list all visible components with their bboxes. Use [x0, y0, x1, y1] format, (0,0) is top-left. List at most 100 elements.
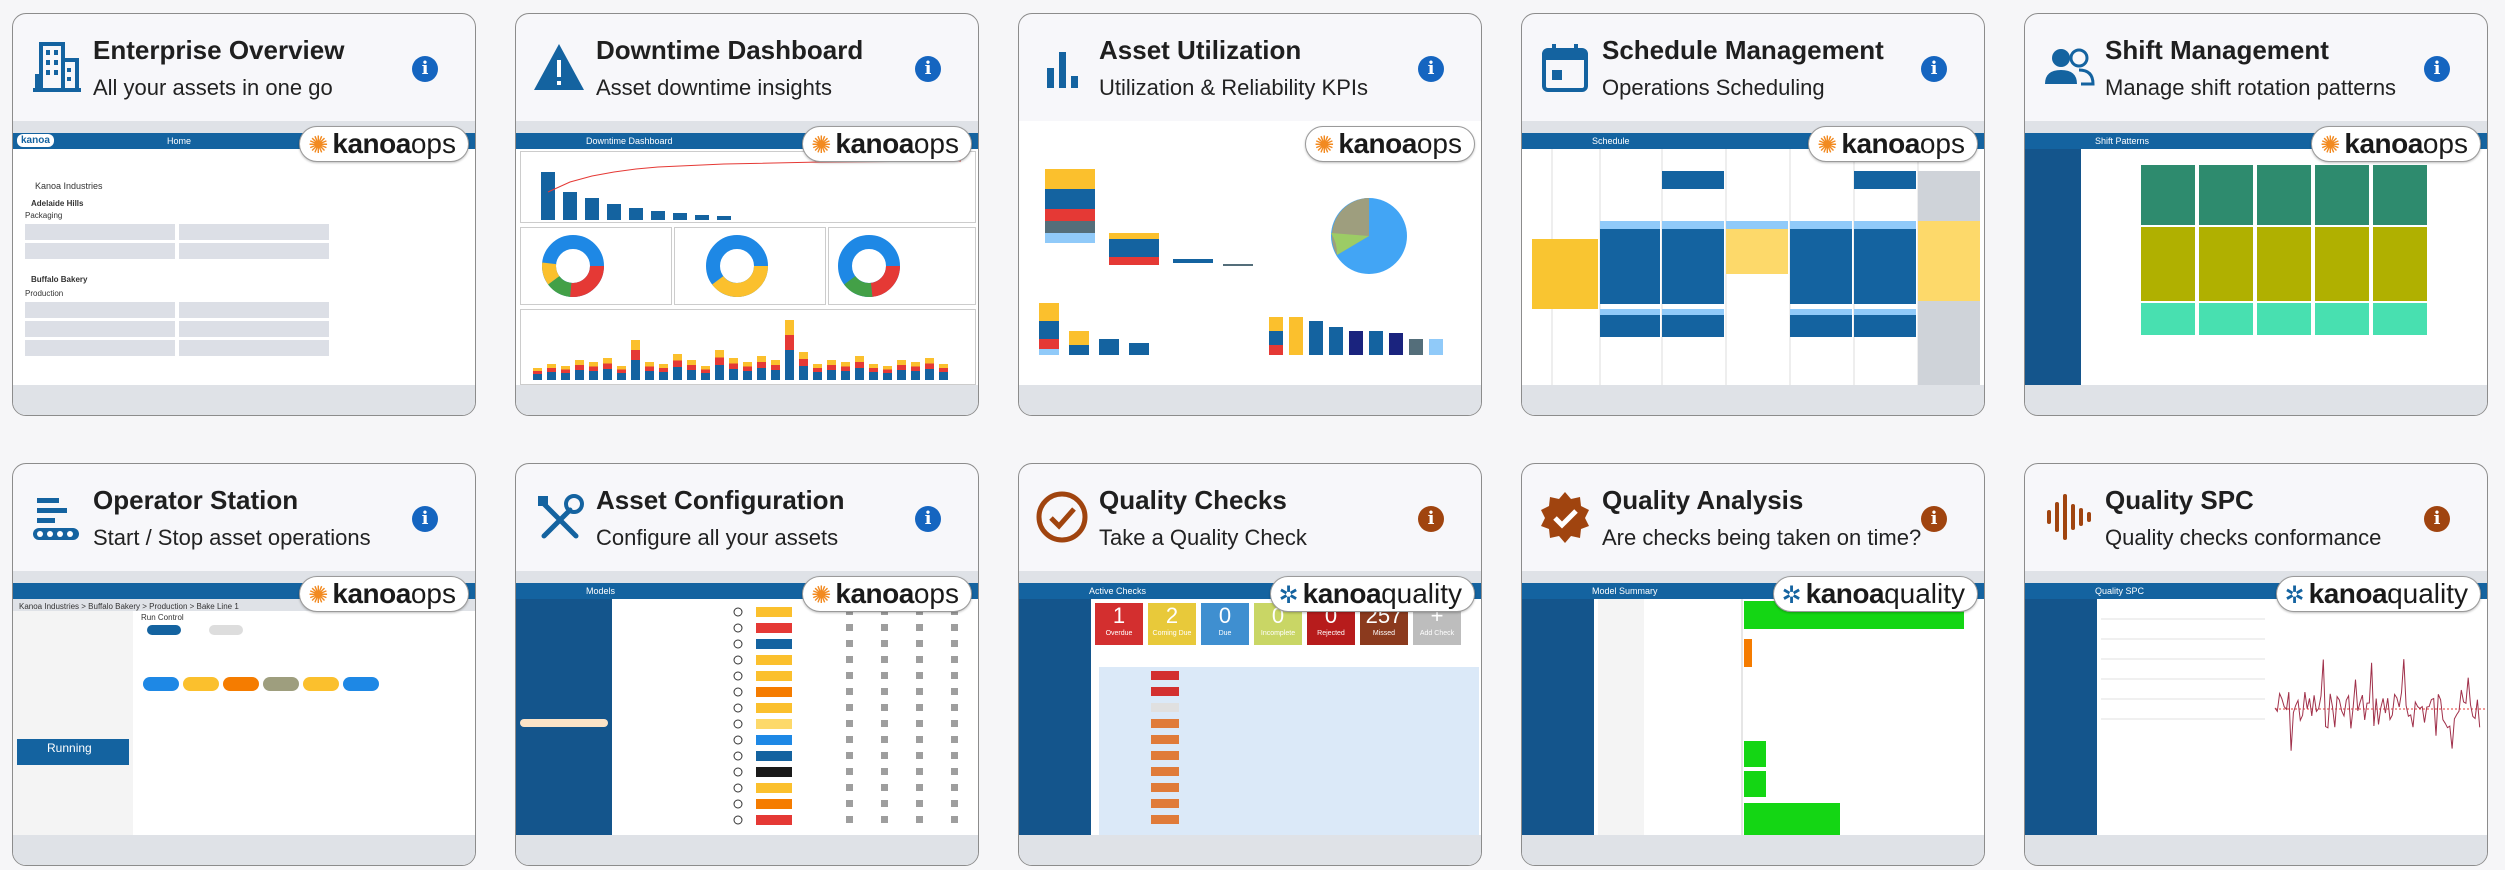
kanoa-ops-badge: ✺ kanoaops [299, 126, 469, 162]
preview-screenshot: Shift Patterns ✺ kanoaops [2025, 121, 2487, 415]
card-header: Shift Management Manage shift rotation p… [2025, 14, 2487, 121]
checks-table [1151, 671, 1179, 824]
preview-screenshot: Active Checks 1 Overdue 2 Coming Due 0 Due 0 In… [1019, 571, 1481, 865]
card-subtitle: Are checks being taken on time? [1602, 525, 1922, 550]
card-asset-configuration[interactable]: Asset Configuration Configure all your a… [515, 463, 979, 866]
card-subtitle: Asset downtime insights [596, 75, 832, 100]
card-title: Quality Analysis [1602, 485, 1804, 515]
info-icon[interactable]: i [915, 506, 941, 532]
preview-screenshot: Downtime Dashboard ✺ kanoaops [516, 121, 978, 415]
mini-breadcrumb: Models [586, 586, 616, 596]
preview-screenshot: Schedule ✺ kanoaops [1522, 121, 1984, 415]
card-shift-management[interactable]: Shift Management Manage shift rotation p… [2024, 13, 2488, 416]
calendar-icon [1542, 44, 1588, 92]
card-subtitle: Quality checks conformance [2105, 525, 2382, 550]
card-asset-utilization[interactable]: Asset Utilization Utilization & Reliabil… [1018, 13, 1482, 416]
card-subtitle: Take a Quality Check [1099, 525, 1307, 550]
card-title: Asset Utilization [1099, 35, 1302, 65]
mini-breadcrumb: Downtime Dashboard [586, 136, 673, 146]
kanoa-ops-badge: ✺ kanoaops [802, 126, 972, 162]
schedule-grid [1532, 149, 1980, 385]
info-icon[interactable]: i [1921, 506, 1947, 532]
panel-title: Run Control [141, 613, 184, 622]
preview-screenshot: Model Summary ✲ kanoaquality [1522, 571, 1984, 865]
bar-chart-icon [1047, 52, 1078, 88]
kanoa-ops-badge: ✺ kanoaops [299, 576, 469, 612]
card-title: Shift Management [2105, 35, 2329, 65]
card-enterprise-overview[interactable]: Enterprise Overview All your assets in o… [12, 13, 476, 416]
card-header: Quality Analysis Are checks being taken … [1522, 464, 1984, 571]
mini-org: Kanoa Industries [35, 181, 103, 191]
kanoa-ops-badge: ✺ kanoaops [802, 576, 972, 612]
mini-logo: kanoa [17, 134, 54, 147]
building-icon [33, 42, 81, 92]
card-operator-station[interactable]: Operator Station Start / Stop asset oper… [12, 463, 476, 866]
card-header: Asset Configuration Configure all your a… [516, 464, 978, 571]
info-icon[interactable]: i [412, 56, 438, 82]
waveform-icon [2047, 494, 2091, 540]
card-header: Quality SPC Quality checks conformance i [2025, 464, 2487, 571]
card-header: Schedule Management Operations Schedulin… [1522, 14, 1984, 121]
card-header: Asset Utilization Utilization & Reliabil… [1019, 14, 1481, 121]
mini-area: Packaging [25, 211, 63, 220]
card-downtime-dashboard[interactable]: Downtime Dashboard Asset downtime insigh… [515, 13, 979, 416]
card-subtitle: Utilization & Reliability KPIs [1099, 75, 1368, 100]
card-quality-checks[interactable]: Quality Checks Take a Quality Check i Ac… [1018, 463, 1482, 866]
card-quality-analysis[interactable]: Quality Analysis Are checks being taken … [1521, 463, 1985, 866]
kanoa-quality-badge: ✲ kanoaquality [1772, 576, 1978, 612]
mini-breadcrumb: Quality SPC [2095, 586, 2145, 596]
card-header: Downtime Dashboard Asset downtime insigh… [516, 14, 978, 121]
mini-area: Production [25, 289, 64, 298]
preview-screenshot: kanoa Home Kanoa Industries Adelaide Hil… [13, 121, 475, 415]
info-icon[interactable]: i [915, 56, 941, 82]
kanoa-ops-badge: ✺ kanoaops [1305, 126, 1475, 162]
card-header: Quality Checks Take a Quality Check i [1019, 464, 1481, 571]
mini-breadcrumb: Shift Patterns [2095, 136, 2150, 146]
info-icon[interactable]: i [412, 506, 438, 532]
info-icon[interactable]: i [2424, 506, 2450, 532]
check-circle-icon [1036, 491, 1088, 543]
mini-site: Buffalo Bakery [31, 275, 88, 284]
info-icon[interactable]: i [1921, 56, 1947, 82]
card-title: Schedule Management [1602, 35, 1884, 65]
card-header: Enterprise Overview All your assets in o… [13, 14, 475, 121]
preview-screenshot: Models ✺ kanoaops [516, 571, 978, 865]
card-subtitle: Operations Scheduling [1602, 75, 1825, 100]
card-schedule-management[interactable]: Schedule Management Operations Schedulin… [1521, 13, 1985, 416]
mini-breadcrumb: Home [167, 136, 192, 146]
preview-screenshot: ✺ kanoaops [1019, 121, 1481, 415]
tools-icon [538, 494, 584, 539]
verified-icon [1541, 492, 1589, 543]
kanoa-ops-badge: ✺ kanoaops [1808, 126, 1978, 162]
card-title: Quality Checks [1099, 485, 1287, 515]
card-title: Operator Station [93, 485, 299, 515]
mini-breadcrumb: Model Summary [1592, 586, 1658, 596]
card-header: Operator Station Start / Stop asset oper… [13, 464, 475, 571]
status-running: Running [47, 741, 92, 755]
conveyor-icon [33, 498, 79, 540]
info-icon[interactable]: i [1418, 506, 1444, 532]
people-icon [2045, 48, 2095, 86]
mini-site: Adelaide Hills [31, 199, 84, 208]
stacked-bar-chart [533, 320, 948, 380]
card-title: Asset Configuration [596, 485, 845, 515]
preview-screenshot: Quality SPC ✲ kanoaquality [2025, 571, 2487, 865]
shift-grid [2141, 165, 2427, 335]
kanoa-ops-badge: ✺ kanoaops [2311, 126, 2481, 162]
card-subtitle: Manage shift rotation patterns [2105, 75, 2397, 100]
preview-screenshot: Kanoa Industries > Buffalo Bakery > Prod… [13, 571, 475, 865]
info-icon[interactable]: i [2424, 56, 2450, 82]
card-title: Downtime Dashboard [596, 35, 864, 65]
card-subtitle: Start / Stop asset operations [93, 525, 371, 550]
card-subtitle: Configure all your assets [596, 525, 839, 550]
mini-breadcrumb: Schedule [1592, 136, 1630, 146]
warning-icon [534, 44, 584, 90]
card-title: Enterprise Overview [93, 35, 345, 65]
mini-breadcrumb: Active Checks [1089, 586, 1147, 596]
card-quality-spc[interactable]: Quality SPC Quality checks conformance i… [2024, 463, 2488, 866]
card-subtitle: All your assets in one go [93, 75, 333, 100]
card-title: Quality SPC [2105, 485, 2254, 515]
kanoa-quality-badge: ✲ kanoaquality [1269, 576, 1475, 612]
kanoa-quality-badge: ✲ kanoaquality [2275, 576, 2481, 612]
info-icon[interactable]: i [1418, 56, 1444, 82]
